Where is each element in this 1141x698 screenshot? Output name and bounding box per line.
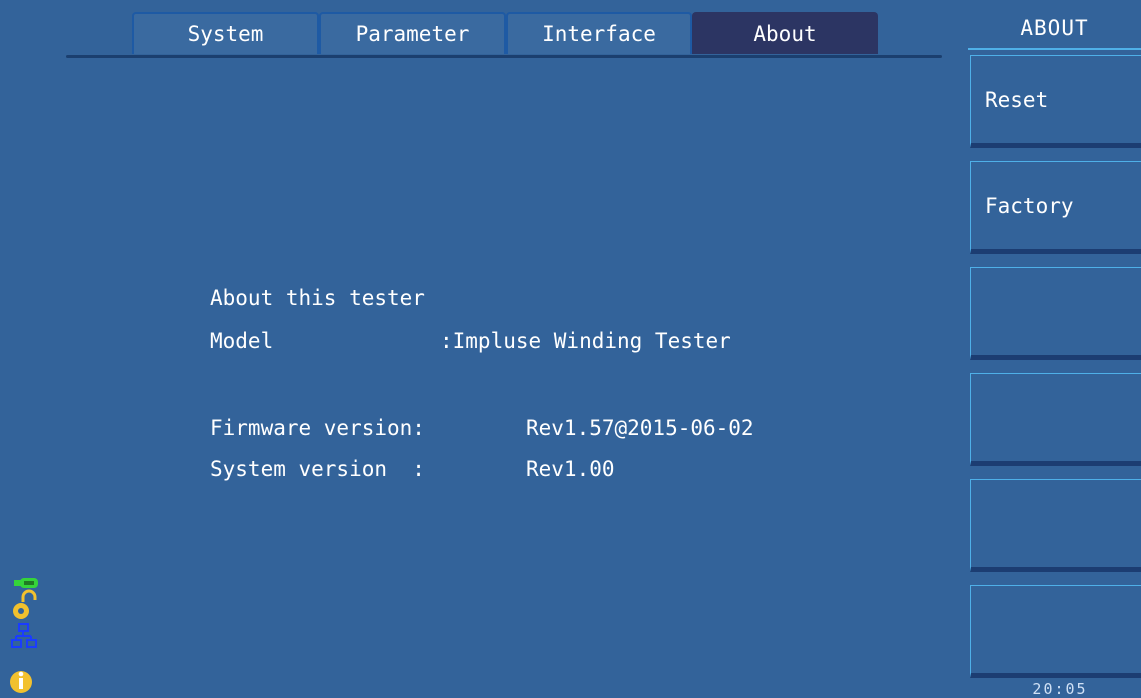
firmware-version-label: Firmware version: xyxy=(210,416,425,440)
clock: 20:05 xyxy=(1032,680,1088,698)
softkey-3[interactable] xyxy=(970,267,1141,360)
tab-system[interactable]: System xyxy=(132,12,319,54)
model-value: :Impluse Winding Tester xyxy=(440,329,731,353)
tab-label: About xyxy=(753,22,817,46)
factory-button-label: Factory xyxy=(985,193,1074,218)
softkey-panel-title: ABOUT xyxy=(968,8,1141,50)
about-heading: About this tester xyxy=(210,286,425,310)
softkey-5[interactable] xyxy=(970,479,1141,572)
tab-label: System xyxy=(187,22,264,46)
reset-button-label: Reset xyxy=(985,87,1049,112)
system-version-value: Rev1.00 xyxy=(526,457,615,481)
firmware-version-value: Rev1.57@2015-06-02 xyxy=(526,416,754,440)
softkey-4[interactable] xyxy=(970,373,1141,466)
system-version-label: System version : xyxy=(210,457,425,481)
usb-icon xyxy=(14,578,38,588)
tab-label: Parameter xyxy=(355,22,470,46)
tab-bar: System Parameter Interface About xyxy=(0,0,960,60)
tab-parameter[interactable]: Parameter xyxy=(319,12,506,54)
tab-label: Interface xyxy=(542,22,656,46)
reset-button[interactable]: Reset xyxy=(970,55,1141,148)
tab-about[interactable]: About xyxy=(692,12,878,54)
model-label: Model xyxy=(210,329,274,353)
softkey-6[interactable] xyxy=(970,585,1141,678)
tab-interface[interactable]: Interface xyxy=(506,12,692,54)
tab-divider xyxy=(66,55,942,58)
lock-icon xyxy=(13,589,37,619)
info-icon xyxy=(10,671,32,693)
factory-button[interactable]: Factory xyxy=(970,161,1141,254)
network-icon xyxy=(11,623,37,648)
status-icons xyxy=(10,574,42,694)
